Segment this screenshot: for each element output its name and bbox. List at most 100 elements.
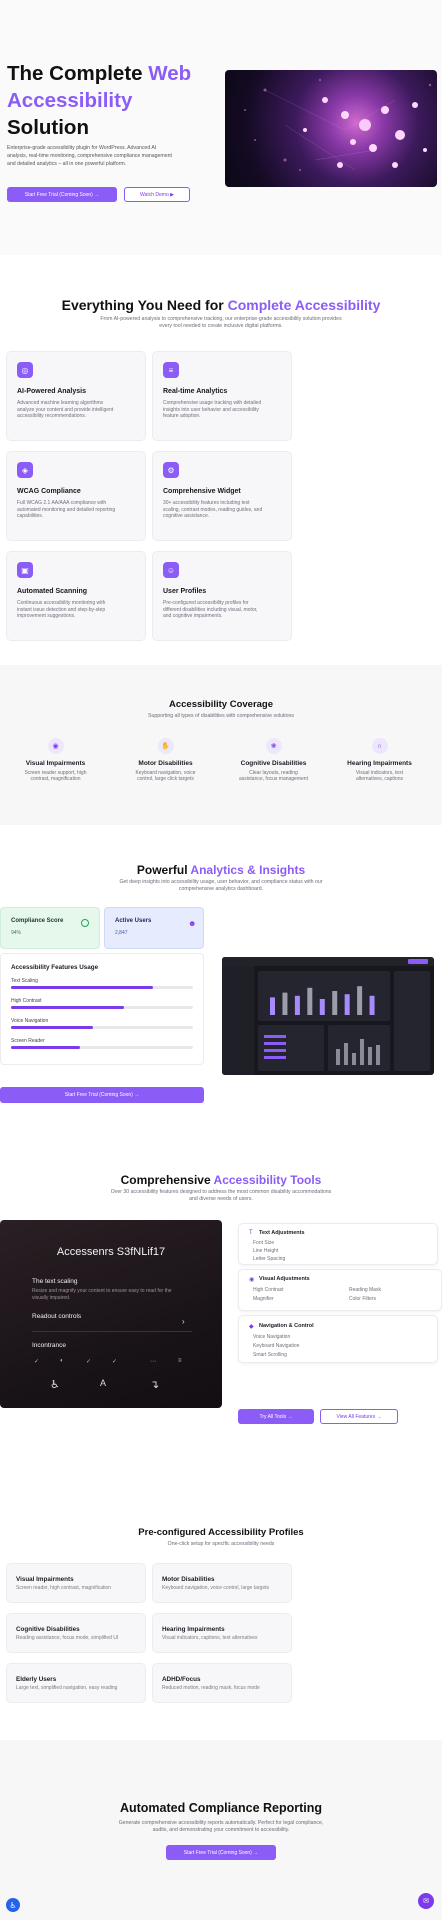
user-icon: ☺ <box>163 562 179 578</box>
dashboard-table-panel <box>258 1025 324 1071</box>
profile-card-title: Hearing Impairments <box>162 1626 225 1633</box>
features-subtitle: From AI-powered analysis to comprehensiv… <box>60 316 382 330</box>
analytics-subtitle-line: comprehensive analytics dashboard. <box>178 886 264 892</box>
usage-bar <box>11 986 193 989</box>
coverage-section: Accessibility Coverage Supporting all ty… <box>0 665 442 825</box>
profile-card-title: Elderly Users <box>16 1676 57 1683</box>
shield-icon: ◈ <box>17 462 33 478</box>
hero-title-line3: Solution <box>7 116 89 139</box>
dashboard-right-panel <box>394 971 430 1071</box>
profile-card[interactable]: Cognitive Disabilities Reading assistance… <box>6 1613 146 1653</box>
features-title: Everything You Need for Complete Accessi… <box>0 297 442 313</box>
widget-bottom-icons: ♿ A ↴ <box>50 1378 180 1394</box>
feature-card: ◈ WCAG Compliance Full WCAG 2.1 AA/AAA com… <box>6 451 146 541</box>
usage-title: Accessibility Features Usage <box>11 964 99 971</box>
chat-button[interactable]: ✉ <box>418 1893 434 1909</box>
features-subtitle-line: From AI-powered analysis to comprehensiv… <box>100 316 342 322</box>
feature-card-desc-line: scaling, contrast modes, reading guides,… <box>163 506 263 513</box>
profile-card-title: Visual Impairments <box>16 1576 74 1583</box>
dashboard-bar <box>270 997 275 1015</box>
feature-card-desc-line: automated monitoring and detailed report… <box>17 506 116 513</box>
feature-card-desc-line: and cognitive impairments. <box>163 613 223 620</box>
profile-card[interactable]: ADHD/Focus Reduced motion, reading mask, … <box>152 1663 292 1703</box>
feature-card-desc-line: Comprehensive usage tracking with detail… <box>163 400 262 406</box>
widget-option-row: ✓ ◐ ✓ ✓ ⋯ ≡ <box>32 1358 192 1370</box>
cursor-icon[interactable]: ↴ <box>150 1378 159 1391</box>
tools-subtitle: Over 30 accessibility features designed … <box>70 1189 372 1203</box>
hero-desc-line: and detailed analytics – all in one powe… <box>7 161 127 167</box>
visual-item: Magnifier <box>253 1296 274 1302</box>
feature-card-title: Automated Scanning <box>17 588 88 595</box>
profile-card[interactable]: Motor Disabilities Keyboard navigation, v… <box>152 1563 292 1603</box>
feature-card-desc-line: Advanced machine learning algorithms <box>17 400 104 406</box>
dashboard-mini-chart <box>328 1025 390 1071</box>
view-all-features-button[interactable]: View All Features → <box>320 1409 398 1424</box>
dashboard-bar <box>294 995 300 1015</box>
analytics-start-trial-button[interactable]: Start Free Trial (Coming Soon) → <box>0 1087 204 1103</box>
coverage-item-title: Visual Impairments <box>25 760 86 767</box>
dashboard-bar <box>307 987 313 1015</box>
usage-label: Text Scaling <box>11 978 38 984</box>
dashboard-accent-button <box>408 959 428 964</box>
feature-card-desc: 30+ accessibility features including tex… <box>163 500 288 520</box>
text-adjustments-icon: T <box>249 1230 253 1236</box>
usage-bar-fill <box>11 986 153 989</box>
analytics-title-text: Powerful <box>136 863 191 877</box>
compliance-start-trial-button[interactable]: Start Free Trial (Coming Soon) → <box>166 1845 276 1860</box>
text-adj-item: Font Size <box>253 1240 275 1246</box>
profile-card[interactable]: Elderly Users Large text, simplified navi… <box>6 1663 146 1703</box>
feature-card-desc-line: improvement suggestions. <box>17 613 76 620</box>
check-icon[interactable]: ✓ <box>112 1358 117 1365</box>
text-adjustments-title: Text Adjustments <box>259 1230 305 1236</box>
contrast-icon[interactable]: ◐ <box>60 1358 64 1364</box>
feature-card-desc-line: Pre-configured accessibility profiles fo… <box>163 600 249 606</box>
widget-readout-row[interactable]: Readout controls › <box>32 1310 192 1332</box>
navigation-icon: ◆ <box>249 1324 254 1330</box>
more-icon[interactable]: ⋯ <box>150 1358 156 1365</box>
features-section: Everything You Need for Complete Accessi… <box>0 255 442 665</box>
compliance-subtitle: Generate comprehensive accessibility rep… <box>70 1820 372 1834</box>
nav-item: Keyboard Navigation <box>253 1343 300 1349</box>
wheelchair-icon[interactable]: ♿ <box>50 1378 60 1391</box>
dashboard-bar <box>332 991 338 1015</box>
check-icon <box>81 919 89 927</box>
dashboard-bar <box>319 999 325 1015</box>
analytics-section: Powerful Analytics & Insights Get deep i… <box>0 825 442 1135</box>
start-trial-button[interactable]: Start Free Trial (Coming Soon) → <box>7 187 117 202</box>
visual-adjustments-title: Visual Adjustments <box>259 1276 310 1282</box>
hero-description: Enterprise-grade accessibility plugin fo… <box>7 144 172 168</box>
tools-title-text: Comprehensive <box>120 1173 214 1187</box>
text-size-icon[interactable]: A <box>100 1378 106 1388</box>
coverage-item-desc: Visual indicators, text alternatives, cap… <box>332 770 427 783</box>
target-icon: ◎ <box>17 362 33 378</box>
widget-incontrance-label: Incontrance <box>32 1342 66 1349</box>
navigation-control-title: Navigation & Control <box>259 1323 314 1329</box>
profile-card[interactable]: Visual Impairments Screen reader, high co… <box>6 1563 146 1603</box>
coverage-item: ◉ Visual Impairments Screen reader support… <box>8 738 103 783</box>
compliance-section: Automated Compliance Reporting Generate … <box>0 1740 442 1920</box>
coverage-item: ✋ Motor Disabilities Keyboard navigation, … <box>118 738 213 783</box>
tools-title-accent: Accessibility Tools <box>213 1173 322 1187</box>
dashboard-bar <box>357 986 363 1015</box>
profile-card-desc: Visual indicators, captions, text altern… <box>162 1635 258 1641</box>
usage-label: Screen Reader <box>11 1038 45 1044</box>
dash-row <box>264 1056 286 1059</box>
dashboard-bar <box>369 995 375 1015</box>
headphones-icon: ∩ <box>371 738 388 754</box>
profile-card-desc: Keyboard navigation, voice control, larg… <box>162 1585 270 1591</box>
watch-demo-button[interactable]: Watch Demo ▶ <box>124 187 190 202</box>
settings-icon[interactable]: ≡ <box>178 1358 182 1364</box>
compliance-score-value: 94% <box>11 930 22 936</box>
check-icon[interactable]: ✓ <box>86 1358 91 1365</box>
accessibility-widget-button[interactable]: ♿ <box>6 1898 20 1912</box>
profiles-subtitle: One-click setup for specific accessibili… <box>167 1541 275 1547</box>
try-all-tools-button[interactable]: Try All Tools → <box>238 1409 314 1424</box>
chevron-right-icon: › <box>182 1317 185 1326</box>
profile-card[interactable]: Hearing Impairments Visual indicators, ca… <box>152 1613 292 1653</box>
coverage-item-desc-line: contrast, magnification <box>30 776 81 783</box>
hero-title: The Complete Web Accessibility Solution <box>7 60 191 141</box>
feature-card: ≡ Real-time Analytics Comprehensive usage … <box>152 351 292 441</box>
feature-card-title: Real-time Analytics <box>163 388 228 395</box>
check-icon[interactable]: ✓ <box>34 1358 39 1365</box>
users-icon: ☻ <box>188 919 197 928</box>
